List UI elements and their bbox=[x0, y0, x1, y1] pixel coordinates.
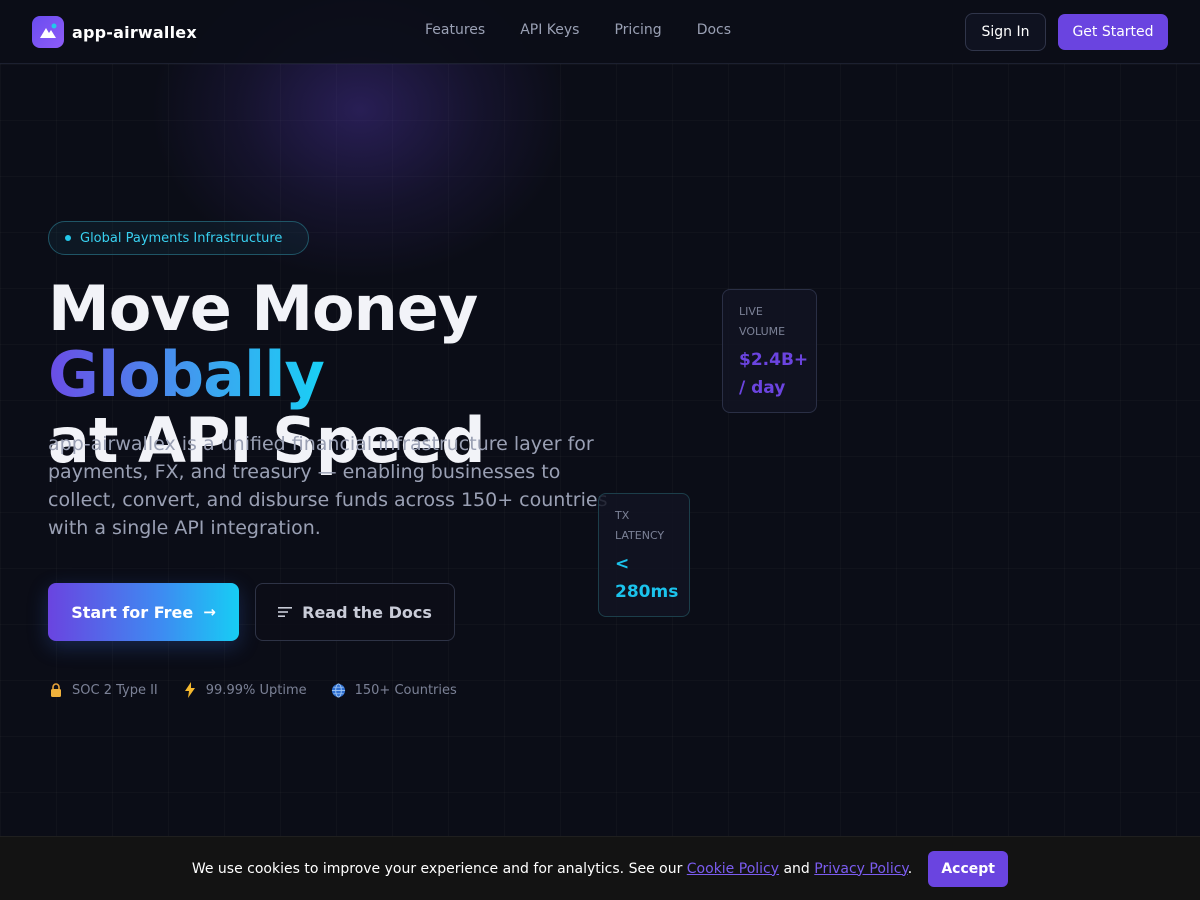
read-the-docs-button[interactable]: Read the Docs bbox=[255, 583, 455, 641]
trust-label: SOC 2 Type II bbox=[72, 682, 158, 698]
stat-card-tx-latency: TX LATENCY < 280ms bbox=[598, 493, 690, 617]
nav-item-docs[interactable]: Docs bbox=[697, 22, 731, 38]
trust-indicators: SOC 2 Type II 99.99% Uptime 150+ Countri… bbox=[48, 681, 481, 699]
nav-item-api-keys[interactable]: API Keys bbox=[520, 22, 579, 38]
brand-logo[interactable]: app-airwallex bbox=[32, 16, 197, 48]
trust-item-soc2: SOC 2 Type II bbox=[48, 681, 158, 699]
sign-in-button[interactable]: Sign In bbox=[965, 13, 1046, 51]
stat-label: TX bbox=[615, 509, 630, 522]
stat-label: LATENCY bbox=[615, 529, 665, 542]
trust-label: 99.99% Uptime bbox=[205, 682, 307, 698]
cookie-text-before: We use cookies to improve your experienc… bbox=[191, 860, 687, 877]
hero-badge: Global Payments Infrastructure bbox=[48, 221, 309, 255]
get-started-button[interactable]: Get Started bbox=[1058, 14, 1168, 50]
trust-label: 150+ Countries bbox=[354, 682, 457, 698]
top-header: app-airwallex Features API Keys Pricing … bbox=[0, 0, 1200, 64]
privacy-policy-link[interactable]: Privacy Policy bbox=[814, 861, 907, 877]
lock-icon bbox=[48, 681, 64, 699]
badge-dot-icon bbox=[65, 235, 71, 241]
cookie-banner: We use cookies to improve your experienc… bbox=[0, 836, 1200, 900]
stat-label: VOLUME bbox=[739, 325, 786, 338]
read-the-docs-label: Read the Docs bbox=[302, 602, 432, 622]
cookie-text-and: and bbox=[779, 860, 815, 877]
badge-label: Global Payments Infrastructure bbox=[80, 230, 283, 246]
trust-item-uptime: 99.99% Uptime bbox=[182, 681, 307, 699]
arrow-right-icon: → bbox=[203, 603, 216, 621]
cookie-message: We use cookies to improve your experienc… bbox=[192, 861, 912, 877]
start-for-free-button[interactable]: Start for Free → bbox=[48, 583, 239, 641]
stat-value-line2: / day bbox=[739, 378, 786, 398]
stat-card-live-volume: LIVE VOLUME $2.4B+ / day bbox=[722, 289, 817, 413]
docs-lines-icon bbox=[278, 607, 293, 617]
landing-page: app-airwallex Features API Keys Pricing … bbox=[0, 0, 1200, 900]
nav-item-features[interactable]: Features bbox=[425, 22, 485, 38]
hero-subtext: app-airwallex is a unified financial inf… bbox=[48, 433, 608, 539]
globe-icon bbox=[331, 681, 347, 699]
cookie-policy-link[interactable]: Cookie Policy bbox=[687, 861, 779, 877]
stat-value: $2.4B+ / day bbox=[739, 346, 808, 402]
headline-part1: Move Money bbox=[48, 272, 478, 345]
nav-item-pricing[interactable]: Pricing bbox=[614, 22, 661, 38]
brand-name: app-airwallex bbox=[72, 22, 197, 42]
cookie-text-after: . bbox=[907, 860, 913, 877]
headline-highlight: Globally bbox=[48, 338, 325, 411]
stat-value-line2: 280ms bbox=[615, 582, 679, 602]
main-nav: Features API Keys Pricing Docs bbox=[425, 22, 766, 38]
mountain-logo-icon bbox=[32, 16, 64, 48]
stat-label: LIVE bbox=[739, 305, 763, 318]
trust-item-countries: 150+ Countries bbox=[331, 681, 457, 699]
stat-value-line1: $2.4B+ bbox=[739, 350, 809, 370]
stat-value-line1: < bbox=[615, 554, 630, 574]
lightning-icon bbox=[182, 681, 198, 699]
start-for-free-label: Start for Free bbox=[71, 602, 194, 622]
accept-cookies-button[interactable]: Accept bbox=[928, 850, 1009, 887]
stat-value: < 280ms bbox=[615, 550, 678, 606]
